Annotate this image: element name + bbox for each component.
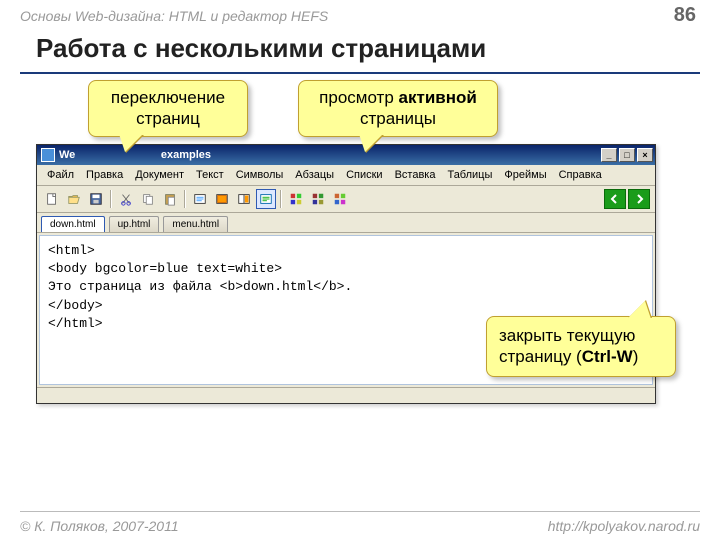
color2-icon[interactable]: [308, 189, 328, 209]
tab-down[interactable]: down.html: [41, 216, 105, 232]
menu-bar: Файл Правка Документ Текст Символы Абзац…: [37, 165, 655, 186]
view1-icon[interactable]: [190, 189, 210, 209]
menu-insert[interactable]: Вставка: [389, 167, 442, 183]
menu-file[interactable]: Файл: [41, 167, 80, 183]
maximize-button[interactable]: □: [619, 148, 635, 162]
cut-icon[interactable]: [116, 189, 136, 209]
toolbar: [37, 186, 655, 213]
menu-frames[interactable]: Фреймы: [498, 167, 552, 183]
copyright: © К. Поляков, 2007-2011: [20, 518, 179, 534]
nav-back-button[interactable]: [604, 189, 626, 209]
color3-icon[interactable]: [330, 189, 350, 209]
view-code-icon[interactable]: [256, 189, 276, 209]
course-title: Основы Web-дизайна: HTML и редактор HEFS: [20, 8, 328, 24]
code-line: Это страница из файла <b>down.html</b>.: [48, 278, 644, 296]
footer-rule: [20, 511, 700, 512]
slide-title: Работа с несколькими страницами: [0, 29, 720, 72]
menu-help[interactable]: Справка: [553, 167, 608, 183]
minimize-button[interactable]: _: [601, 148, 617, 162]
nav-forward-button[interactable]: [628, 189, 650, 209]
menu-lists[interactable]: Списки: [340, 167, 389, 183]
menu-text[interactable]: Текст: [190, 167, 230, 183]
title-rule: [20, 72, 700, 74]
code-line: </body>: [48, 297, 644, 315]
callout-view-active: просмотр активной страницы: [298, 80, 498, 137]
menu-symbols[interactable]: Символы: [230, 167, 290, 183]
app-icon: [41, 148, 55, 162]
code-line: <body bgcolor=blue text=white>: [48, 260, 644, 278]
close-button[interactable]: ×: [637, 148, 653, 162]
color1-icon[interactable]: [286, 189, 306, 209]
view2-icon[interactable]: [212, 189, 232, 209]
menu-tables[interactable]: Таблицы: [441, 167, 498, 183]
open-folder-icon[interactable]: [64, 189, 84, 209]
paste-icon[interactable]: [160, 189, 180, 209]
copy-icon[interactable]: [138, 189, 158, 209]
site-url: http://kpolyakov.narod.ru: [548, 518, 700, 534]
code-line: <html>: [48, 242, 644, 260]
tab-menu[interactable]: menu.html: [163, 216, 228, 232]
view-split-icon[interactable]: [234, 189, 254, 209]
page-number: 86: [674, 4, 696, 27]
tab-up[interactable]: up.html: [109, 216, 160, 232]
menu-document[interactable]: Документ: [129, 167, 190, 183]
new-file-icon[interactable]: [42, 189, 62, 209]
menu-paragraphs[interactable]: Абзацы: [289, 167, 340, 183]
status-bar: [37, 387, 655, 403]
save-icon[interactable]: [86, 189, 106, 209]
callout-switch-pages: переключение страниц: [88, 80, 248, 137]
callout-close-page: закрыть текущую страницу (Ctrl-W): [486, 316, 676, 377]
menu-edit[interactable]: Правка: [80, 167, 129, 183]
page-tabs: down.html up.html menu.html: [37, 213, 655, 233]
